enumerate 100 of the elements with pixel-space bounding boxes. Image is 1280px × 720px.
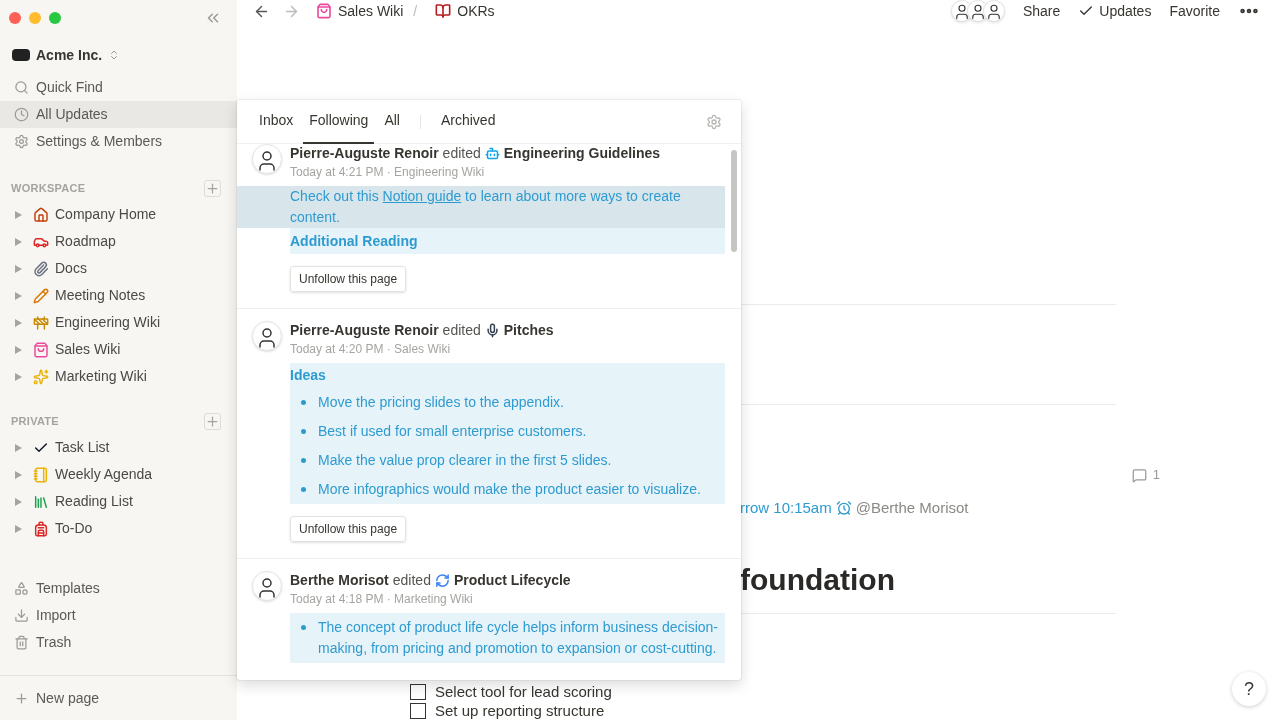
change-bullet-text: More infographics would make the product easier to visualize. — [318, 480, 701, 499]
trash-icon — [14, 635, 29, 650]
sidebar-page-item[interactable]: Sales Wiki — [0, 336, 237, 363]
expand-triangle-icon[interactable] — [15, 210, 22, 219]
breadcrumb-item[interactable]: OKRs — [435, 0, 495, 22]
expand-triangle-icon[interactable] — [15, 345, 22, 354]
change-heading: Ideas — [290, 366, 327, 385]
bullet-icon — [301, 400, 306, 405]
topbar-action[interactable]: Favorite — [1169, 0, 1220, 22]
comment-count: 1 — [1152, 466, 1160, 485]
import-icon — [14, 608, 29, 623]
update-title[interactable]: Pierre-Auguste Renoir edited Engineering Guidelines — [290, 144, 725, 162]
pencil-icon — [33, 287, 49, 304]
sidebar-page-item[interactable]: Reading List — [0, 488, 237, 515]
topbar-action[interactable]: Updates — [1078, 0, 1152, 22]
sidebar-tool-item[interactable]: Import — [0, 602, 237, 629]
sidebar-page-item[interactable]: Meeting Notes — [0, 282, 237, 309]
section-label: WORKSPACE — [11, 180, 86, 196]
change-heading: Additional Reading — [290, 232, 419, 251]
change-bullet-text: Move the pricing slides to the appendix. — [318, 393, 564, 412]
sidebar-page-item[interactable]: Task List — [0, 434, 237, 461]
expand-triangle-icon[interactable] — [15, 237, 22, 246]
robot-icon — [484, 145, 500, 161]
books-icon — [33, 493, 49, 510]
section-label: PRIVATE — [11, 413, 59, 429]
sidebar-page-item[interactable]: Roadmap — [0, 228, 237, 255]
todo-checkbox[interactable] — [410, 684, 426, 700]
expand-triangle-icon[interactable] — [15, 291, 22, 300]
book-icon — [435, 3, 452, 19]
bullet-icon — [301, 625, 306, 630]
sparkle-icon — [33, 368, 49, 385]
expand-triangle-icon[interactable] — [15, 443, 22, 452]
bullet-icon — [301, 458, 306, 463]
logo-icon — [12, 49, 30, 61]
alarm-clock-icon — [835, 500, 852, 516]
sidebar-nav-item[interactable]: All Updates — [0, 101, 237, 128]
search-icon — [14, 80, 29, 95]
add-page-icon[interactable] — [204, 412, 221, 430]
change-bullet-text: The concept of product life cycle helps inform business decision-making, from pricing and promotion to expansion or cost-cutting. — [318, 618, 719, 658]
sidebar-page-item[interactable]: Company Home — [0, 201, 237, 228]
scrollbar-thumb[interactable] — [731, 150, 737, 252]
bullet-icon — [301, 429, 306, 434]
sidebar-page-item[interactable]: Weekly Agenda — [0, 461, 237, 488]
clock-icon — [14, 107, 29, 122]
sidebar-page-item[interactable]: Docs — [0, 255, 237, 282]
user-mention[interactable]: @Berthe Morisot — [855, 496, 969, 520]
update-meta: Today at 4:18 PM · Marketing Wiki — [290, 591, 474, 608]
avatar — [252, 144, 282, 174]
close-window-button[interactable] — [9, 12, 21, 24]
microphone-icon — [484, 322, 500, 338]
sidebar-nav-item[interactable]: Settings & Members — [0, 128, 237, 155]
refresh-icon — [434, 572, 450, 588]
change-bullet-text: Make the value prop clearer in the first 5 slides. — [318, 451, 612, 470]
expand-triangle-icon[interactable] — [15, 470, 22, 479]
avatar — [252, 571, 282, 601]
popup-tab[interactable]: All — [378, 100, 406, 144]
expand-triangle-icon[interactable] — [15, 524, 22, 533]
settings-icon[interactable] — [706, 113, 722, 130]
todo-label: Set up reporting structure — [435, 702, 605, 720]
sidebar-page-item[interactable]: To-Do — [0, 515, 237, 542]
bullet-icon — [301, 487, 306, 492]
expand-triangle-icon[interactable] — [15, 497, 22, 506]
sidebar-tool-item[interactable]: Templates — [0, 575, 237, 602]
zoom-window-button[interactable] — [49, 12, 61, 24]
sidebar-nav-item[interactable]: Quick Find — [0, 74, 237, 101]
update-meta: Today at 4:20 PM · Sales Wiki — [290, 341, 452, 358]
sidebar-page-item[interactable]: Marketing Wiki — [0, 363, 237, 390]
breadcrumb-item[interactable]: Sales Wiki — [316, 0, 404, 22]
new-page-button[interactable]: New page — [14, 687, 100, 709]
update-meta: Today at 4:21 PM · Engineering Wiki — [290, 164, 486, 181]
change-bullet-text: Best if used for small enterprise customers. — [318, 422, 587, 441]
workspace-name[interactable]: Acme Inc. — [36, 44, 103, 66]
sidebar-tool-item[interactable]: Trash — [0, 629, 237, 656]
topbar-action[interactable]: Share — [1022, 0, 1061, 22]
minimize-window-button[interactable] — [29, 12, 41, 24]
notebook-icon — [33, 466, 49, 483]
comment-icon[interactable] — [1131, 467, 1147, 483]
unfollow-button[interactable]: Unfollow this page — [290, 266, 407, 292]
expand-triangle-icon[interactable] — [15, 372, 22, 381]
paperclip-icon — [33, 260, 49, 277]
popup-tab[interactable]: Archived — [434, 100, 502, 144]
change-paragraph: Check out this Notion guide to learn about more ways to create content. — [237, 186, 725, 228]
settings-icon — [14, 134, 29, 149]
expand-triangle-icon[interactable] — [15, 264, 22, 273]
update-title[interactable]: Pierre-Auguste Renoir edited Pitches — [290, 321, 725, 339]
help-button[interactable]: ? — [1232, 672, 1266, 706]
popup-tab[interactable]: Inbox — [253, 100, 300, 144]
todo-checkbox[interactable] — [410, 703, 426, 719]
unfollow-button[interactable]: Unfollow this page — [290, 516, 407, 542]
popup-tab[interactable]: Following — [303, 100, 375, 144]
expand-triangle-icon[interactable] — [15, 318, 22, 327]
update-title[interactable]: Berthe Morisot edited Product Lifecycle — [290, 571, 725, 589]
shapes-icon — [14, 581, 29, 596]
avatar — [252, 321, 282, 351]
add-page-icon[interactable] — [204, 179, 221, 197]
sidebar-page-item[interactable]: Engineering Wiki — [0, 309, 237, 336]
todo-label: Select tool for lead scoring — [435, 683, 612, 701]
plus-icon — [14, 690, 29, 706]
backpack-icon — [33, 520, 49, 537]
house-icon — [33, 206, 49, 223]
